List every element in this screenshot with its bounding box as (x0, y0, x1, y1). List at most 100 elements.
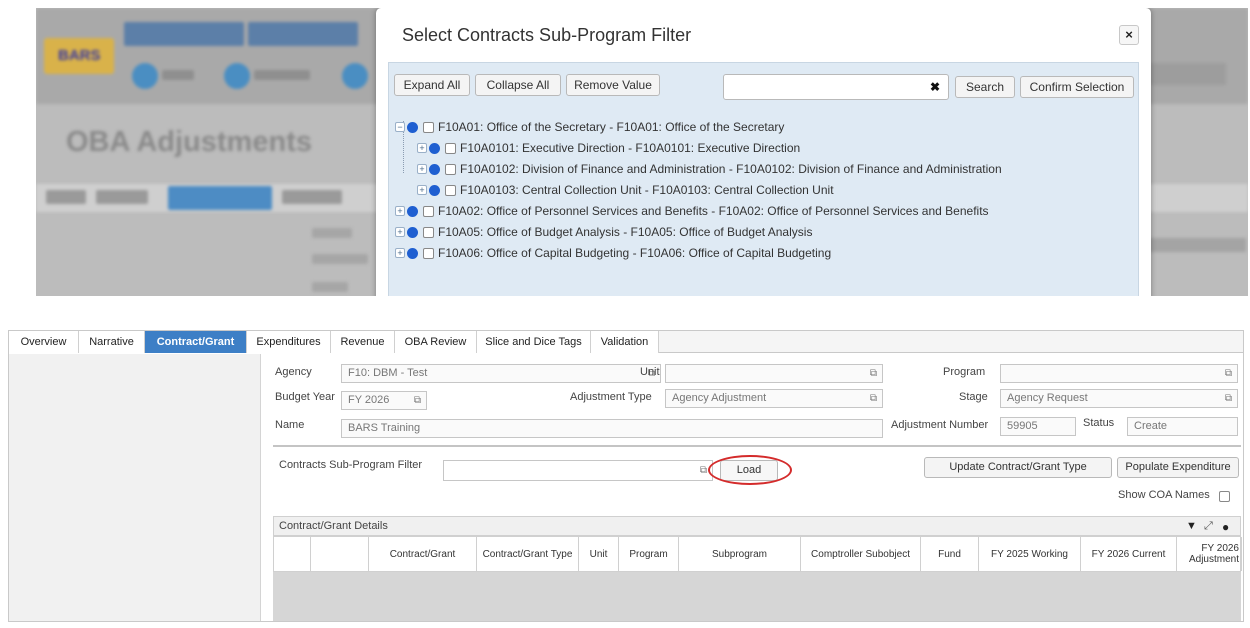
tree-node[interactable]: + F10A0103: Central Collection Unit - F1… (417, 180, 834, 200)
node-label[interactable]: F10A0103: Central Collection Unit - F10A… (460, 183, 834, 197)
node-checkbox[interactable] (445, 184, 456, 196)
column-header-action[interactable] (311, 537, 369, 571)
column-header-program[interactable]: Program (619, 537, 679, 571)
tab-expenditures[interactable]: Expenditures (247, 331, 331, 353)
contract-grant-page-screenshot: Overview Narrative Contract/Grant Expend… (8, 330, 1244, 622)
contracts-sub-program-filter-field[interactable]: ⧉ (443, 460, 713, 481)
agency-label: Agency (275, 366, 312, 378)
bg-tab (282, 190, 342, 204)
column-header-fy2026-adjustment[interactable]: FY 2026 Adjustment (1177, 537, 1242, 571)
adjustment-type-field[interactable]: Agency Adjustment ⧉ (665, 389, 883, 408)
section-divider (273, 445, 1241, 447)
node-label[interactable]: F10A05: Office of Budget Analysis - F10A… (438, 225, 812, 239)
lookup-icon[interactable]: ⧉ (700, 462, 707, 479)
lookup-icon[interactable]: ⧉ (1225, 390, 1232, 407)
settings-icon[interactable]: ● (1222, 520, 1229, 534)
column-header-contract-grant[interactable]: Contract/Grant (369, 537, 477, 571)
column-header-select[interactable] (274, 537, 311, 571)
contracts-sub-program-filter-label: Contracts Sub-Program Filter (279, 459, 423, 471)
populate-expenditure-button[interactable]: Populate Expenditure (1117, 457, 1239, 478)
column-header-comptroller-subobject[interactable]: Comptroller Subobject (801, 537, 921, 571)
expand-toggle-icon[interactable]: + (417, 185, 427, 195)
tab-overview[interactable]: Overview (9, 331, 79, 353)
search-button[interactable]: Search (955, 76, 1015, 98)
column-header-fund[interactable]: Fund (921, 537, 979, 571)
remove-value-button[interactable]: Remove Value (566, 74, 660, 96)
expand-toggle-icon[interactable]: + (395, 227, 405, 237)
expand-toggle-icon[interactable]: + (395, 248, 405, 258)
budget-year-label: Budget Year (275, 391, 335, 403)
name-field[interactable]: BARS Training (341, 419, 883, 438)
name-value: BARS Training (348, 422, 421, 434)
bg-nav-label (162, 70, 194, 80)
tree-node[interactable]: + F10A02: Office of Personnel Services a… (395, 201, 989, 221)
adjustment-number-label: Adjustment Number (891, 419, 989, 431)
left-panel (9, 354, 261, 621)
expand-all-button[interactable]: Expand All (394, 74, 470, 96)
update-contract-grant-type-button[interactable]: Update Contract/Grant Type (924, 457, 1112, 478)
stage-field[interactable]: Agency Request ⧉ (1000, 389, 1238, 408)
column-header-subprogram[interactable]: Subprogram (679, 537, 801, 571)
program-label: Program (943, 366, 986, 378)
node-status-dot-icon (429, 184, 440, 196)
tab-slice-and-dice-tags[interactable]: Slice and Dice Tags (477, 331, 591, 353)
node-checkbox[interactable] (423, 205, 434, 217)
status-field[interactable]: Create (1127, 417, 1238, 436)
tree-node[interactable]: + F10A0101: Executive Direction - F10A01… (417, 138, 800, 158)
tree-node[interactable]: − F10A01: Office of the Secretary - F10A… (395, 117, 784, 137)
tree-node[interactable]: + F10A0102: Division of Finance and Admi… (417, 159, 1002, 179)
tree-node[interactable]: + F10A05: Office of Budget Analysis - F1… (395, 222, 812, 242)
adjustment-number-field[interactable]: 59905 (1000, 417, 1076, 436)
node-label[interactable]: F10A06: Office of Capital Budgeting - F1… (438, 246, 831, 260)
node-status-dot-icon (407, 205, 418, 217)
expand-toggle-icon[interactable]: + (395, 206, 405, 216)
clear-search-icon[interactable]: ✖ (930, 80, 940, 94)
node-status-dot-icon (407, 226, 418, 238)
node-checkbox[interactable] (445, 142, 456, 154)
node-label[interactable]: F10A0102: Division of Finance and Admini… (460, 162, 1002, 176)
collapse-toggle-icon[interactable]: − (395, 122, 405, 132)
node-label[interactable]: F10A02: Office of Personnel Services and… (438, 204, 989, 218)
show-coa-names-checkbox[interactable] (1219, 491, 1230, 502)
node-checkbox[interactable] (445, 163, 456, 175)
budget-year-value: FY 2026 (348, 394, 390, 406)
lookup-icon[interactable]: ⧉ (414, 392, 421, 409)
tab-bar: Overview Narrative Contract/Grant Expend… (9, 331, 1243, 353)
tab-narrative[interactable]: Narrative (79, 331, 145, 353)
column-header-unit[interactable]: Unit (579, 537, 619, 571)
column-header-contract-grant-type[interactable]: Contract/Grant Type (477, 537, 579, 571)
expand-toggle-icon[interactable]: + (417, 164, 427, 174)
node-label[interactable]: F10A01: Office of the Secretary - F10A01… (438, 120, 784, 134)
node-status-dot-icon (407, 121, 418, 133)
lookup-icon[interactable]: ⧉ (1225, 365, 1232, 382)
node-checkbox[interactable] (423, 247, 434, 259)
tab-validation[interactable]: Validation (591, 331, 659, 353)
expand-toggle-icon[interactable]: + (417, 143, 427, 153)
filter-icon[interactable]: ▼ (1186, 520, 1197, 532)
expand-icon[interactable]: ⤢ (1204, 520, 1213, 533)
name-label: Name (275, 419, 305, 431)
bg-field (312, 282, 348, 292)
close-icon[interactable]: × (1119, 25, 1139, 45)
column-header-fy2025-working[interactable]: FY 2025 Working (979, 537, 1081, 571)
grid-title: Contract/Grant Details (279, 520, 388, 532)
tree-node[interactable]: + F10A06: Office of Capital Budgeting - … (395, 243, 831, 263)
tab-oba-review[interactable]: OBA Review (395, 331, 477, 353)
node-checkbox[interactable] (423, 226, 434, 238)
node-checkbox[interactable] (423, 121, 434, 133)
program-field[interactable]: ⧉ (1000, 364, 1238, 383)
tab-revenue[interactable]: Revenue (331, 331, 395, 353)
agency-field[interactable]: F10: DBM - Test ⧉ (341, 364, 661, 383)
grid-title-bar: Contract/Grant Details ▼ ⤢ ● (273, 516, 1241, 536)
unit-field[interactable]: ⧉ (665, 364, 883, 383)
node-label[interactable]: F10A0101: Executive Direction - F10A0101… (460, 141, 800, 155)
column-header-fy2026-current[interactable]: FY 2026 Current (1081, 537, 1177, 571)
collapse-all-button[interactable]: Collapse All (475, 74, 561, 96)
confirm-selection-button[interactable]: Confirm Selection (1020, 76, 1134, 98)
sub-program-filter-dialog: Select Contracts Sub-Program Filter × Ex… (376, 8, 1151, 296)
tree-search-input[interactable]: ✖ (723, 74, 949, 100)
tab-contract-grant[interactable]: Contract/Grant (145, 331, 247, 353)
lookup-icon[interactable]: ⧉ (870, 365, 877, 382)
budget-year-field[interactable]: FY 2026 ⧉ (341, 391, 427, 410)
lookup-icon[interactable]: ⧉ (870, 390, 877, 407)
